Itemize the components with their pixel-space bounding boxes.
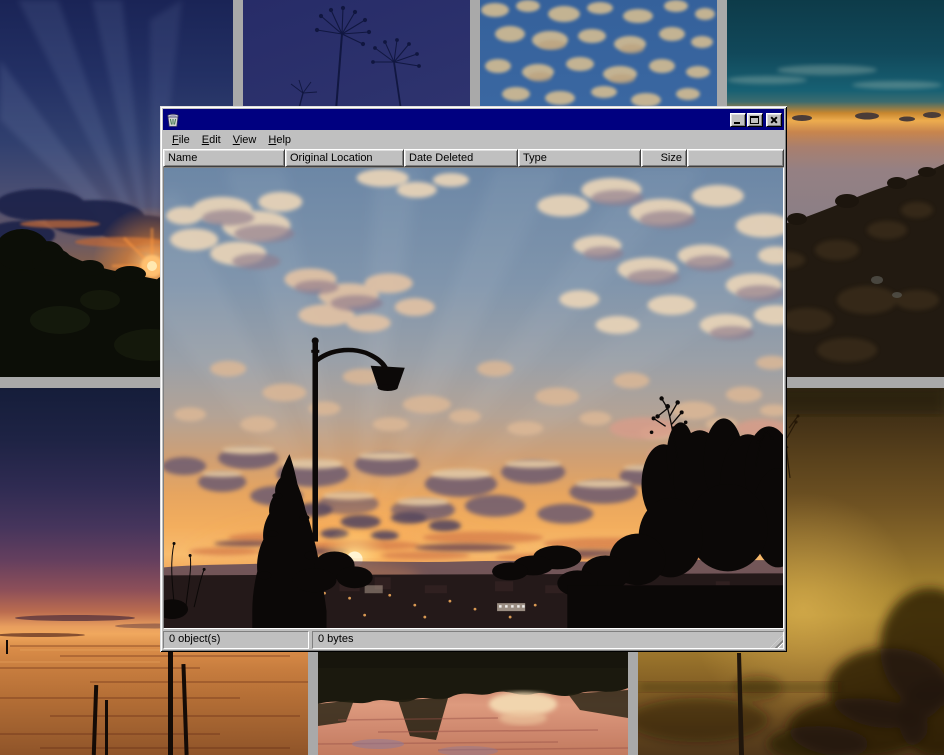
column-header-size[interactable]: Size [641, 149, 687, 167]
column-header-filler[interactable] [687, 149, 784, 167]
menubar: File Edit View Help [163, 130, 784, 149]
menu-edit[interactable]: Edit [196, 132, 227, 148]
sunset-streetlamp-photo [164, 168, 783, 628]
column-header-name[interactable]: Name [163, 149, 285, 167]
maximize-button[interactable] [747, 113, 763, 127]
column-header-date-deleted[interactable]: Date Deleted [404, 149, 518, 167]
titlebar[interactable] [163, 109, 784, 130]
menu-view[interactable]: View [227, 132, 263, 148]
status-bytes: 0 bytes [312, 631, 784, 649]
status-bytes-text: 0 bytes [318, 633, 353, 645]
menu-help[interactable]: Help [262, 132, 297, 148]
close-button[interactable] [766, 113, 782, 127]
statusbar: 0 object(s) 0 bytes [163, 629, 784, 649]
desktop: { "window": { "title": "", "icon": "recy… [0, 0, 944, 755]
list-view-area[interactable] [163, 167, 784, 629]
resize-grip[interactable] [770, 635, 783, 648]
minimize-button[interactable] [730, 113, 746, 127]
column-headers: Name Original Location Date Deleted Type… [163, 149, 784, 167]
status-objects: 0 object(s) [163, 631, 309, 649]
recycle-bin-icon [165, 112, 181, 128]
column-header-original-location[interactable]: Original Location [285, 149, 404, 167]
menu-file[interactable]: File [166, 132, 196, 148]
recycle-bin-window: File Edit View Help Name Original Locati… [160, 106, 787, 652]
column-header-type[interactable]: Type [518, 149, 641, 167]
